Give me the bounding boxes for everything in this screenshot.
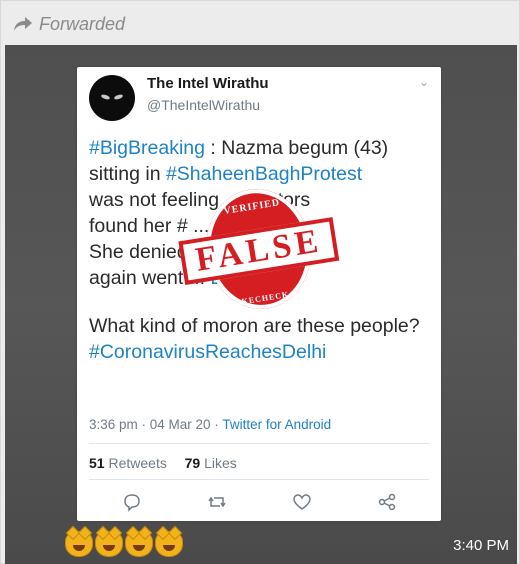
tweet-timestamp: 3:36 pm · 04 Mar 20 · (89, 417, 223, 432)
tweet-meta: 3:36 pm · 04 Mar 20 · Twitter for Androi… (89, 417, 331, 432)
forwarded-message-bubble[interactable]: Forwarded The Intel Wirathu @TheIntelWir… (0, 0, 520, 564)
false-stamp: VERIFIED FALSE FAKECHECK.AI (172, 178, 346, 327)
avatar (89, 75, 135, 121)
forwarded-text: Forwarded (39, 13, 126, 34)
laughing-cat-emoji (65, 531, 93, 557)
retweet-count: 51 (89, 455, 105, 471)
tweet-source: Twitter for Android (222, 417, 332, 432)
tweet-author-handle: @TheIntelWirathu (147, 97, 261, 113)
retweet-icon (206, 491, 228, 513)
like-icon (291, 491, 313, 513)
divider (89, 479, 429, 480)
likes-label: Likes (204, 455, 237, 471)
tweet-line: #BigBreaking : Nazma begum (43) (89, 137, 389, 159)
laughing-cat-emoji (125, 531, 153, 557)
tweet-stats: 51 Retweets 79 Likes (89, 455, 237, 471)
chevron-down-icon: ⌄ (418, 75, 429, 89)
laughing-cat-emoji (155, 531, 183, 557)
reply-icon (121, 491, 143, 513)
forward-arrow-icon (13, 16, 33, 32)
tweet-hashtag: #CoronavirusReachesDelhi (89, 341, 327, 363)
tweet-question: What kind of moron are these people? (89, 315, 420, 337)
like-count: 79 (184, 455, 201, 471)
tweet-actions (89, 491, 429, 513)
tweet-line: sitting in #ShaheenBaghProtest (89, 163, 363, 185)
divider (89, 443, 429, 444)
tweet-author-name: The Intel Wirathu (147, 75, 269, 92)
forwarded-label: Forwarded (13, 11, 125, 37)
emoji-row (65, 531, 183, 557)
message-timestamp: 3:40 PM (453, 537, 509, 554)
screenshot-image[interactable]: The Intel Wirathu @TheIntelWirathu ⌄ #Bi… (5, 45, 517, 564)
laughing-cat-emoji (95, 531, 123, 557)
retweets-label: Retweets (108, 455, 167, 471)
share-icon (376, 491, 398, 513)
